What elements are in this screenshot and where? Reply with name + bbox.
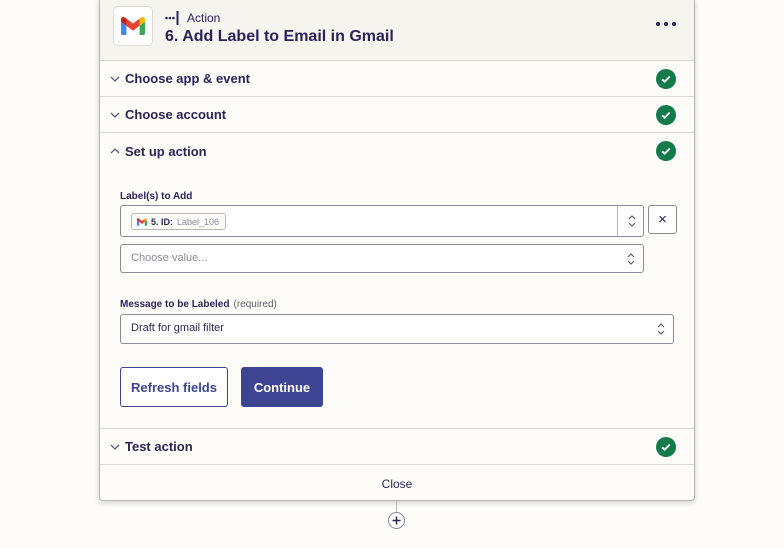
step-title: 6. Add Label to Email in Gmail <box>165 28 394 45</box>
check-circle-icon <box>656 69 676 89</box>
section-choose-account[interactable]: Choose account <box>100 97 694 133</box>
chevron-down-icon <box>110 444 120 450</box>
choose-value-placeholder: Choose value... <box>131 252 208 264</box>
message-select-value: Draft for gmail filter <box>131 322 224 334</box>
labels-field-label: Label(s) to Add <box>120 191 193 202</box>
token-value: Label_106 <box>177 216 220 227</box>
step-editor-card: Action 6. Add Label to Email in Gmail Ch… <box>99 0 695 501</box>
check-circle-icon <box>656 141 676 161</box>
chevron-up-down-icon <box>627 253 635 265</box>
chevron-down-icon <box>110 76 120 82</box>
message-field-label: Message to be Labeled (required) <box>120 299 277 310</box>
chevron-up-down-icon <box>628 215 636 227</box>
select-divider <box>617 206 618 236</box>
required-hint: (required) <box>233 299 277 310</box>
add-step-button[interactable] <box>388 512 405 529</box>
close-button[interactable]: Close <box>100 464 694 500</box>
plus-icon <box>392 516 401 525</box>
message-select[interactable]: Draft for gmail filter <box>120 314 674 344</box>
labels-select[interactable]: 5. ID: Label_106 <box>120 205 644 237</box>
refresh-fields-button[interactable]: Refresh fields <box>120 367 228 407</box>
chevron-down-icon <box>110 112 120 118</box>
choose-value-select[interactable]: Choose value... <box>120 244 644 273</box>
more-options-icon[interactable] <box>656 17 676 31</box>
section-label: Choose account <box>125 107 227 122</box>
mapped-field-token[interactable]: 5. ID: Label_106 <box>131 213 227 230</box>
close-icon: × <box>658 211 667 228</box>
token-step: 5. ID: <box>151 216 174 227</box>
remove-label-button[interactable]: × <box>648 205 677 234</box>
step-header: Action 6. Add Label to Email in Gmail <box>100 0 694 61</box>
gmail-icon <box>137 217 147 226</box>
chevron-up-down-icon <box>657 323 665 335</box>
step-kind: Action <box>165 11 220 25</box>
section-label: Choose app & event <box>125 71 250 86</box>
step-kind-label: Action <box>187 11 221 25</box>
section-test-action[interactable]: Test action <box>100 428 694 464</box>
close-label: Close <box>381 476 413 491</box>
section-set-up-action[interactable]: Set up action <box>100 133 694 169</box>
gmail-icon <box>113 6 153 46</box>
section-label: Set up action <box>125 143 207 159</box>
check-circle-icon <box>656 105 676 125</box>
section-label: Test action <box>125 439 193 454</box>
continue-button[interactable]: Continue <box>241 367 323 407</box>
chevron-up-icon <box>110 148 120 154</box>
section-choose-app-event[interactable]: Choose app & event <box>100 61 694 97</box>
check-circle-icon <box>656 437 676 457</box>
action-step-icon <box>165 11 179 25</box>
